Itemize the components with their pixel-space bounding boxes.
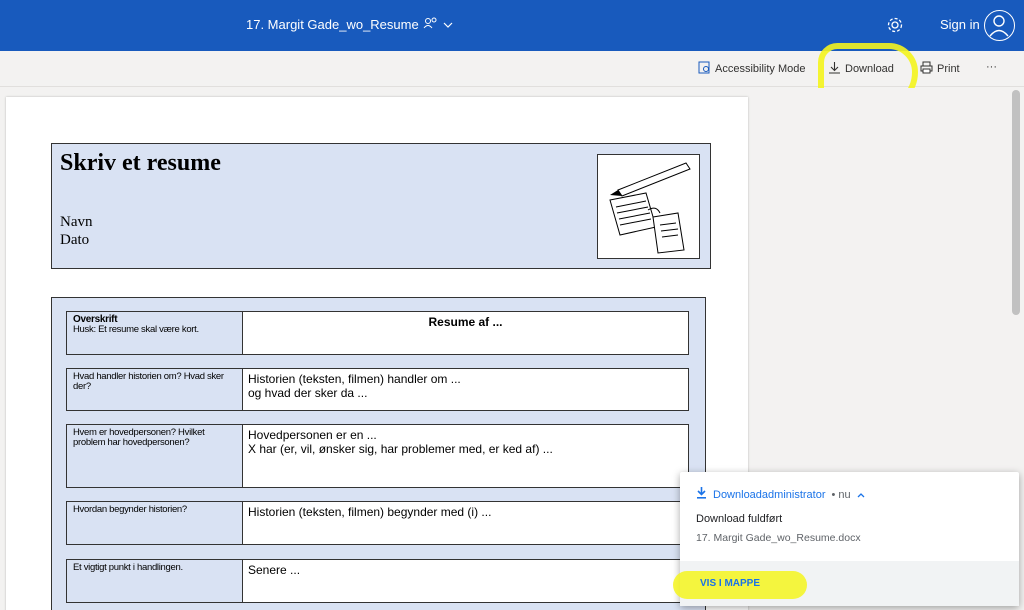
writing-clipart-icon [597,154,700,259]
table-row: Hvordan begynder historien? Historien (t… [66,501,689,545]
row-question: Overskrift Husk: Et resume skal være kor… [66,311,242,355]
download-status: Download fuldført [696,513,783,525]
download-arrow-icon [696,487,707,502]
table-row: Overskrift Husk: Et resume skal være kor… [66,311,689,355]
row-question-text: Husk: Et resume skal være kort. [73,324,199,335]
table-row: Hvem er hovedpersonen? Hvilket problem h… [66,424,689,488]
row-answer: Senere ... [242,559,689,603]
row-answer-line: Historien (teksten, filmen) handler om .… [248,372,461,386]
row-question: Hvem er hovedpersonen? Hvilket problem h… [66,424,242,488]
row-answer-line: og hvad der sker da ... [248,386,368,400]
row-answer: Hovedpersonen er en ... X har (er, vil, … [242,424,689,488]
table-row: Hvad handler historien om? Hvad sker der… [66,368,689,411]
downloaded-file-name[interactable]: 17. Margit Gade_wo_Resume.docx [696,532,861,544]
print-button[interactable]: Print [920,61,960,77]
chevron-down-icon [443,17,453,32]
show-in-folder-button[interactable]: VIS I MAPPE [700,578,760,589]
document-page: Skriv et resume Navn Dato Overskrift Hus… [6,97,748,610]
document-title-text: 17. Margit Gade_wo_Resume [246,17,419,32]
download-manager-link[interactable]: Downloadadministrator [713,489,826,501]
gear-icon[interactable] [885,15,905,35]
collaborators-icon [423,17,439,32]
table-row: Et vigtigt punkt i handlingen. Senere ..… [66,559,689,603]
avatar-icon[interactable] [984,10,1015,41]
vertical-scrollbar[interactable] [1012,90,1020,315]
resume-table: Overskrift Husk: Et resume skal være kor… [51,297,706,610]
accessibility-icon [698,61,711,77]
row-answer-line: Hovedpersonen er en ... [248,428,377,442]
date-label: Dato [60,232,90,248]
accessibility-mode-label: Accessibility Mode [715,63,806,75]
print-icon [920,61,933,77]
row-answer: Historien (teksten, filmen) handler om .… [242,368,689,411]
row-answer: Historien (teksten, filmen) begynder med… [242,501,689,545]
row-question: Hvordan begynder historien? [66,501,242,545]
name-label: Navn [60,214,93,230]
row-question: Et vigtigt punkt i handlingen. [66,559,242,603]
accessibility-mode-button[interactable]: Accessibility Mode [698,61,805,77]
row-answer-line: X har (er, vil, ønsker sig, har probleme… [248,442,553,456]
document-title[interactable]: 17. Margit Gade_wo_Resume [246,17,453,32]
document-heading: Skriv et resume [60,150,221,176]
title-box: Skriv et resume Navn Dato [51,143,711,269]
print-label: Print [937,63,960,75]
download-time: • nu [831,488,851,501]
chevron-up-icon[interactable] [857,489,865,501]
download-manager-header[interactable]: Downloadadministrator • nu [696,487,865,502]
row-answer: Resume af ... [242,311,689,355]
more-options-button[interactable]: ··· [986,61,997,73]
row-question: Hvad handler historien om? Hvad sker der… [66,368,242,411]
sign-in-link[interactable]: Sign in [940,17,980,32]
